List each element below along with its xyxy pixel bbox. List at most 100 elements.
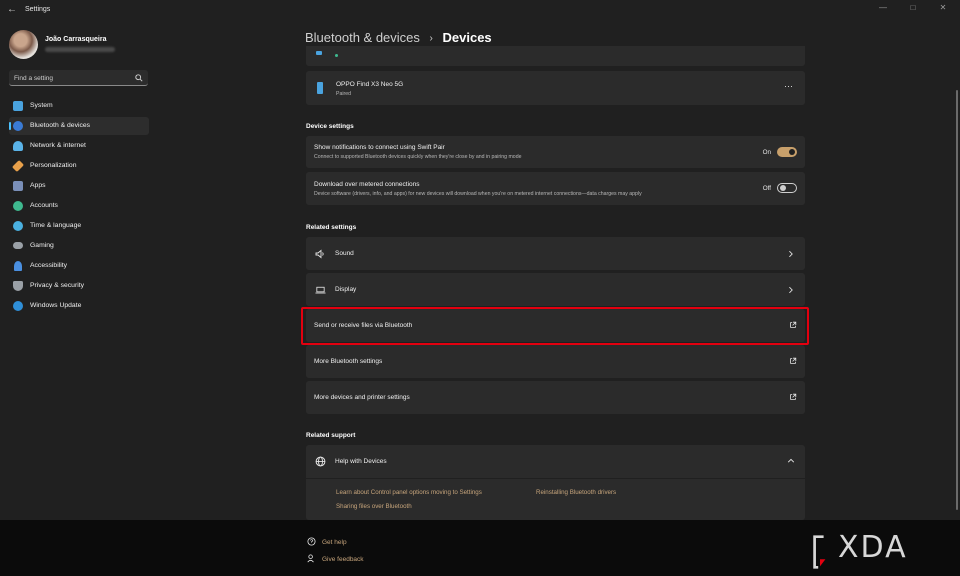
swift-pair-card: Show notifications to connect using Swif… (306, 136, 805, 168)
refresh-icon (13, 301, 23, 311)
user-profile[interactable]: João Carrasqueira (9, 30, 149, 60)
window-controls: — □ ✕ (878, 3, 948, 13)
sidebar-item-label: Accounts (30, 202, 58, 209)
display-label: Display (335, 286, 357, 293)
toggle-knob (789, 149, 795, 155)
chevron-right-icon (789, 250, 793, 258)
sidebar-item-label: Privacy & security (30, 282, 85, 289)
support-link-sharing-files[interactable]: Sharing files over Bluetooth (336, 503, 412, 510)
sidebar-item-privacy-security[interactable]: Privacy & security (9, 277, 149, 295)
display-link[interactable]: Display (306, 273, 805, 306)
sidebar-item-accessibility[interactable]: Accessibility (9, 257, 149, 275)
swift-pair-toggle[interactable] (777, 147, 797, 157)
metered-state: Off (762, 185, 771, 192)
sidebar-item-label: Bluetooth & devices (30, 122, 91, 129)
help-with-devices-header[interactable]: Help with Devices (306, 445, 805, 478)
sidebar-item-label: Gaming (30, 242, 54, 249)
sidebar-item-label: System (30, 102, 53, 109)
more-devices-label: More devices and printer settings (314, 394, 410, 401)
search-input[interactable] (9, 70, 129, 86)
scrollbar[interactable] (956, 90, 958, 510)
sidebar-item-accounts[interactable]: Accounts (9, 197, 149, 215)
support-link-reinstall-drivers[interactable]: Reinstalling Bluetooth drivers (536, 489, 616, 496)
sidebar-item-label: Apps (30, 182, 46, 189)
settings-window: ← Settings — □ ✕ João Carrasqueira Syste… (0, 0, 960, 520)
external-link-icon (790, 357, 797, 364)
more-bluetooth-label: More Bluetooth settings (314, 358, 383, 365)
person-icon (13, 201, 23, 211)
sidebar-item-time-language[interactable]: Time & language (9, 217, 149, 235)
search-box[interactable] (9, 70, 148, 86)
breadcrumb-parent[interactable]: Bluetooth & devices (305, 30, 420, 45)
swift-pair-title: Show notifications to connect using Swif… (314, 144, 445, 151)
page-title: Devices (442, 30, 492, 45)
toggle-knob (780, 185, 786, 191)
more-bluetooth-settings-link[interactable]: More Bluetooth settings (306, 345, 805, 378)
sound-label: Sound (335, 250, 354, 257)
metered-toggle[interactable] (777, 183, 797, 193)
device-card-partial[interactable] (306, 46, 805, 66)
swift-pair-state: On (762, 149, 771, 156)
breadcrumb: Bluetooth & devices › Devices (305, 30, 492, 45)
accessibility-icon (14, 261, 22, 271)
highlight-box (301, 307, 809, 345)
profile-name: João Carrasqueira (45, 36, 107, 43)
xda-logo-icon (813, 535, 826, 569)
breadcrumb-separator: › (429, 33, 433, 44)
chevron-up-icon[interactable] (787, 457, 795, 465)
section-device-settings: Device settings (306, 123, 354, 130)
device-status: Paired (336, 91, 351, 97)
sidebar-item-label: Time & language (30, 222, 82, 229)
monitor-icon (13, 101, 23, 111)
phone-icon (317, 82, 323, 94)
sidebar-item-system[interactable]: System (9, 97, 149, 115)
sidebar-item-gaming[interactable]: Gaming (9, 237, 149, 255)
laptop-icon (315, 286, 326, 294)
metered-download-card: Download over metered connections Device… (306, 172, 805, 205)
speaker-icon (315, 249, 324, 259)
brush-icon (11, 159, 25, 173)
more-devices-printer-link[interactable]: More devices and printer settings (306, 381, 805, 414)
get-help-link[interactable]: Get help (322, 539, 347, 546)
help-title: Help with Devices (335, 458, 387, 465)
more-options-button[interactable]: ··· (784, 81, 793, 91)
device-icon-partial (316, 51, 322, 55)
chevron-right-icon (789, 286, 793, 294)
sidebar-item-windows-update[interactable]: Windows Update (9, 297, 149, 315)
give-feedback-link[interactable]: Give feedback (322, 556, 364, 563)
help-icon (307, 537, 316, 546)
sidebar-item-apps[interactable]: Apps (9, 177, 149, 195)
gamepad-icon (13, 242, 23, 249)
search-icon[interactable] (135, 74, 143, 82)
external-link-icon (790, 393, 797, 400)
feedback-icon (307, 554, 314, 563)
maximize-icon[interactable]: □ (908, 3, 918, 13)
sidebar-item-bluetooth-devices[interactable]: Bluetooth & devices (9, 117, 149, 135)
support-link-control-panel[interactable]: Learn about Control panel options moving… (336, 489, 482, 496)
profile-email-redacted (45, 47, 115, 52)
sidebar-item-label: Network & internet (30, 142, 86, 149)
section-related-support: Related support (306, 432, 356, 439)
device-card-oppo[interactable]: OPPO Find X3 Neo 5G Paired ··· (306, 71, 805, 105)
back-arrow-icon[interactable]: ← (6, 4, 18, 16)
sound-link[interactable]: Sound (306, 237, 805, 270)
sidebar-nav: System Bluetooth & devices Network & int… (9, 97, 149, 317)
xda-logo-text: XDA (838, 530, 908, 565)
help-links-panel: Learn about Control panel options moving… (306, 479, 805, 520)
sidebar-item-network[interactable]: Network & internet (9, 137, 149, 155)
section-related-settings: Related settings (306, 224, 357, 231)
globe-icon (315, 456, 326, 467)
sidebar-item-label: Accessibility (30, 262, 68, 269)
sidebar-item-label: Windows Update (30, 302, 82, 309)
shield-icon (13, 281, 23, 291)
xda-watermark: XDA (808, 530, 952, 570)
sidebar-item-personalization[interactable]: Personalization (9, 157, 149, 175)
device-name: OPPO Find X3 Neo 5G (336, 81, 404, 88)
apps-icon (13, 181, 23, 191)
metered-title: Download over metered connections (314, 181, 420, 188)
sidebar-item-label: Personalization (30, 162, 77, 169)
swift-pair-subtitle: Connect to supported Bluetooth devices q… (314, 154, 522, 160)
close-icon[interactable]: ✕ (938, 3, 948, 13)
minimize-icon[interactable]: — (878, 3, 888, 13)
bluetooth-icon (13, 121, 23, 131)
